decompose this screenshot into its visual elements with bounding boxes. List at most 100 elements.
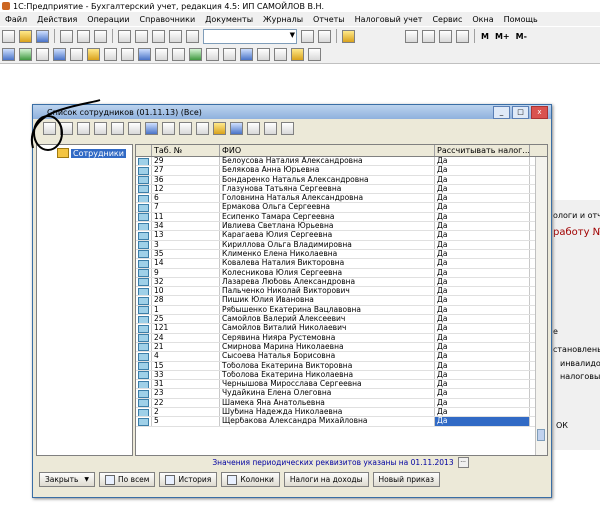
name-cell[interactable]: Чернышова Миросслава Сергеевна [220,380,435,389]
menu-journals[interactable]: Журналы [258,15,308,24]
name-cell[interactable]: Тоболова Екатерина Викторовна [220,361,435,370]
hand-icon[interactable] [439,29,452,43]
tab-number-cell[interactable]: 13 [152,231,220,240]
calc-tax-cell[interactable]: Да [435,296,530,305]
menu-reports[interactable]: Отчеты [308,15,350,24]
filter-off-icon[interactable] [162,121,175,135]
name-cell[interactable]: Кириллова Ольга Владимировна [220,240,435,249]
new-icon[interactable] [2,29,15,43]
table-row[interactable]: 29 Белоусова Наталия Александровна Да [136,157,547,167]
undo-icon[interactable] [152,29,165,43]
table-row[interactable]: 27 Белякова Анна Юрьевна Да [136,166,547,176]
tab-number-cell[interactable]: 34 [152,222,220,231]
close-button[interactable]: x [531,106,548,119]
tab-number-cell[interactable]: 1 [152,305,220,315]
calculator-icon[interactable] [405,29,418,43]
save-icon[interactable] [36,29,49,43]
calc-tax-cell[interactable]: Да [435,305,530,315]
filter-icon[interactable] [145,121,158,135]
menu-file[interactable]: Файл [0,15,32,24]
cash-icon[interactable] [121,47,134,61]
bank-icon[interactable] [104,47,117,61]
name-cell[interactable]: Пальченко Николай Викторович [220,287,435,296]
name-cell[interactable]: Тоболова Екатерина Николаевна [220,370,435,380]
calc-tax-cell[interactable]: Да [435,175,530,184]
calc-tax-cell[interactable]: Да [435,259,530,268]
calc-tax-cell[interactable]: Да [435,287,530,296]
name-cell[interactable]: Белякова Анна Юрьевна [220,166,435,175]
print-icon[interactable] [118,29,131,43]
tab-number-cell[interactable]: 36 [152,175,220,184]
tab-number-cell[interactable]: 6 [152,194,220,203]
name-cell[interactable]: Серявина Нияра Рустемовна [220,333,435,342]
maximize-button[interactable]: □ [512,106,529,119]
table-row[interactable]: 15 Тоболова Екатерина Викторовна Да [136,361,547,371]
calc-tax-cell[interactable]: Да [435,352,530,361]
find-next-icon[interactable] [301,29,314,43]
calc-tax-cell[interactable]: Да [435,203,530,212]
add-icon[interactable] [43,121,56,135]
tab-number-cell[interactable]: 28 [152,296,220,305]
name-cell[interactable]: Чудайкина Елена Олеговна [220,389,435,398]
balance-icon[interactable] [189,47,202,61]
journal-icon[interactable] [2,47,15,61]
column-header-calc-tax[interactable]: Рассчитывать налог... [435,145,530,156]
ledger-icon[interactable] [172,47,185,61]
calc-tax-cell[interactable]: Да [435,333,530,342]
name-cell[interactable]: Рябышенко Екатерина Вацлавовна [220,305,435,315]
move-to-group-icon[interactable] [213,121,226,135]
binoculars-icon[interactable] [186,29,199,43]
report-icon[interactable] [87,47,100,61]
table-row[interactable]: 7 Ермакова Ольга Сергеевна Да [136,203,547,213]
menu-operations[interactable]: Операции [82,15,134,24]
table-row[interactable]: 10 Пальченко Николай Викторович Да [136,287,547,297]
table-row[interactable]: 2 Шубина Надежда Николаевна Да [136,408,547,418]
tab-number-cell[interactable]: 121 [152,324,220,333]
column-header-icon[interactable] [136,145,152,156]
name-cell[interactable]: Шамека Яна Анатольевна [220,398,435,408]
table-row[interactable]: 5 Щербакова Александра Михайловна Да [136,417,547,427]
menu-tax-accounting[interactable]: Налоговый учет [350,15,428,24]
table-row[interactable]: 4 Сысоева Наталья Борисовна Да [136,352,547,362]
column-header-tab-number[interactable]: Таб. № [152,145,220,156]
calc-tax-cell[interactable]: Да [435,240,530,249]
tab-number-cell[interactable]: 15 [152,361,220,370]
redo-icon[interactable] [169,29,182,43]
table-icon[interactable] [155,47,168,61]
close-dropdown-button[interactable]: Закрыть ▼ [39,472,96,487]
calc-tax-cell[interactable]: Да [435,166,530,175]
menu-actions[interactable]: Действия [32,15,82,24]
clipboard-icon[interactable] [456,29,469,43]
invoice-icon[interactable] [138,47,151,61]
calc-tax-cell[interactable]: Да [435,389,530,398]
name-cell[interactable]: Ермакова Ольга Сергеевна [220,203,435,212]
calc-tax-cell[interactable]: Да [435,268,530,277]
tab-number-cell[interactable]: 7 [152,203,220,212]
card-icon[interactable] [223,47,236,61]
table-row[interactable]: 28 Пишик Юлия Ивановна Да [136,296,547,306]
column-header-name[interactable]: ФИО [220,145,435,156]
tab-number-cell[interactable]: 31 [152,380,220,389]
tab-number-cell[interactable]: 32 [152,277,220,287]
tab-number-cell[interactable]: 35 [152,249,220,259]
name-cell[interactable]: Ковалева Наталия Викторовна [220,259,435,268]
tab-number-cell[interactable]: 14 [152,259,220,268]
calc-tax-cell[interactable]: Да [435,324,530,333]
tab-number-cell[interactable]: 25 [152,315,220,324]
tree-item-employees[interactable]: Сотрудники [57,148,132,158]
copy-item-icon[interactable] [77,121,90,135]
table-row[interactable]: 9 Колесникова Юлия Сергеевна Да [136,268,547,278]
paste-icon[interactable] [94,29,107,43]
table-row[interactable]: 1 Рябышенко Екатерина Вацлавовна Да [136,305,547,316]
calc-tax-cell[interactable]: Да [435,380,530,389]
name-cell[interactable]: Пишик Юлия Ивановна [220,296,435,305]
name-cell[interactable]: Самойлов Валерий Алексеевич [220,315,435,324]
tab-number-cell[interactable]: 2 [152,408,220,417]
reference-icon[interactable] [53,47,66,61]
menu-help[interactable]: Помощь [499,15,543,24]
name-cell[interactable]: Смирнова Марина Николаевна [220,342,435,352]
calc-tax-cell[interactable]: Да [435,315,530,324]
calc-tax-cell[interactable]: Да [435,212,530,222]
table-row[interactable]: 32 Лазарева Любовь Александровна Да [136,277,547,288]
tab-number-cell[interactable]: 29 [152,157,220,166]
